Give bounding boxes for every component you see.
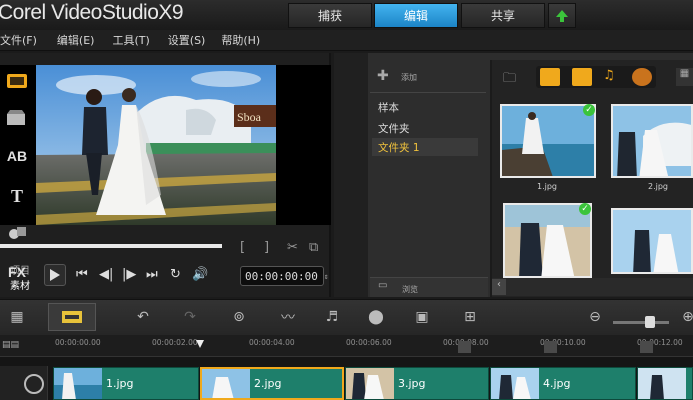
panel-grip[interactable] [0,56,331,69]
repeat-icon[interactable]: ↻ [170,267,181,282]
zoom-in-icon[interactable]: ⊕ [676,305,693,329]
volume-icon[interactable]: 🔊 [192,267,208,282]
upload-arrow-icon[interactable] [548,3,576,28]
library-grip [368,53,693,60]
thumbnail-caption: 1.jpg [537,182,558,191]
ruler-tick: 00:00:04.00 [249,338,295,347]
instant-project-icon[interactable] [0,100,34,136]
add-folder-label[interactable]: 添加 [401,72,417,83]
enlarge-icon[interactable]: ⧉ [309,240,318,255]
clip-label: 4.jpg [543,377,571,390]
ruler-marker [640,341,653,353]
ruler-tick: 00:00:00.00 [55,338,101,347]
folder-divider [370,92,486,93]
film-reel-icon[interactable] [24,374,44,394]
clip-label: 2.jpg [254,377,282,390]
timeline-clip[interactable]: 3.jpg [345,367,489,400]
media-thumbnail[interactable] [611,104,693,178]
library-category-bar [334,53,368,297]
title-icon[interactable]: T [0,178,34,214]
checkmark-icon: ✓ [583,104,595,116]
timeline-view-button[interactable] [48,303,96,331]
tab-capture[interactable]: 捕获 [288,3,372,28]
search-icon[interactable] [632,68,652,86]
play-button[interactable] [44,264,66,286]
next-frame-icon[interactable]: |▶ [122,267,136,282]
ruler-tick: 00:00:06.00 [346,338,392,347]
multi-camera-icon[interactable]: ⊞ [458,305,482,329]
timeline-clip-selected[interactable]: 2.jpg [200,367,344,400]
svg-text:Sboa: Sboa [237,110,262,124]
split-clip-icon[interactable]: ✂ [287,240,298,255]
thumbnail-caption: 2.jpg [648,182,669,191]
show-audio-icon[interactable]: ♫ [603,68,615,83]
media-thumbnail[interactable] [503,203,592,278]
folder-folder-1[interactable]: 文件夹 1 [378,140,420,155]
folder-open-icon[interactable]: 🗀 [503,69,516,91]
auto-music-icon[interactable]: ♬ [320,305,344,329]
timeline-clip[interactable] [637,367,693,400]
timecode-display[interactable]: 00:00:00:00 ⇕ [240,266,329,286]
ruler-marker [458,341,471,353]
mark-in-icon[interactable]: [ [240,240,245,255]
show-photo-icon[interactable] [572,68,592,86]
menu-tools[interactable]: 工具(T) [112,32,149,48]
zoom-out-icon[interactable]: ⊖ [583,305,607,329]
play-icon [50,269,60,281]
show-video-icon[interactable] [540,68,560,86]
ruler-marker [544,341,557,353]
menu-settings[interactable]: 设置(S) [168,32,206,48]
timecode-spin-icon[interactable]: ⇕ [324,272,329,281]
tab-share[interactable]: 共享 [461,3,545,28]
home-icon[interactable]: ⏮ [76,267,88,282]
browse-label[interactable]: 浏览 [402,284,418,295]
mark-out-icon[interactable]: ] [264,240,269,255]
record-capture-icon[interactable]: ⊚ [227,305,251,329]
transition-icon[interactable]: AB [0,138,34,174]
clip-label: 3.jpg [398,377,426,390]
menu-help[interactable]: 帮助(H) [221,32,260,48]
end-icon[interactable]: ⏭ [146,267,158,282]
scroll-left-icon[interactable]: ‹ [492,279,506,295]
menu-file[interactable]: 文件(F) [0,32,37,48]
redo-icon[interactable]: ↷ [178,305,202,329]
folder-sample[interactable]: 样本 [378,100,399,115]
storyboard-view-icon[interactable]: ▦ [5,305,29,329]
subtitle-editor-icon[interactable]: ▣ [410,305,434,329]
menu-bar: 文件(F) 编辑(E) 工具(T) 设置(S) 帮助(H) [0,30,693,51]
preview-image: Sboa [36,65,276,225]
tab-edit[interactable]: 编辑 [374,3,458,28]
timeline-clip[interactable]: 4.jpg [490,367,636,400]
folder-panel [368,60,490,297]
media-thumbnail[interactable] [500,104,596,178]
browse-icon[interactable]: ▭ [378,280,387,291]
app-brand: Corel VideoStudioX9 [0,1,184,24]
clip-label: 1.jpg [106,377,134,390]
menu-edit[interactable]: 编辑(E) [57,32,95,48]
library-scrollbar[interactable] [492,278,693,296]
undo-icon[interactable]: ↶ [131,305,155,329]
checkmark-icon: ✓ [579,203,591,215]
add-icon[interactable]: ✚ [377,68,389,84]
browse-bar[interactable] [370,277,488,297]
sound-mixer-icon[interactable]: 〰 [276,305,300,329]
zoom-slider[interactable] [613,321,669,324]
zoom-slider-thumb[interactable] [645,316,655,328]
media-icon[interactable] [0,63,34,99]
track-manager-icon[interactable]: ▤▤ [2,340,19,350]
timeline-view-icon [62,311,82,323]
ruler-tick: 00:00:02.00 [152,338,198,347]
view-options-icon[interactable]: ▦ [676,68,693,86]
graphics-icon[interactable] [0,215,34,251]
previous-frame-icon[interactable]: ◀| [99,267,113,282]
filter-icon[interactable]: FX [0,254,34,290]
motion-tracking-icon[interactable]: ⬤ [364,305,388,329]
folder-folder[interactable]: 文件夹 [378,121,410,136]
media-thumbnail[interactable] [611,208,693,274]
timeline-clip[interactable]: 1.jpg [53,367,199,400]
